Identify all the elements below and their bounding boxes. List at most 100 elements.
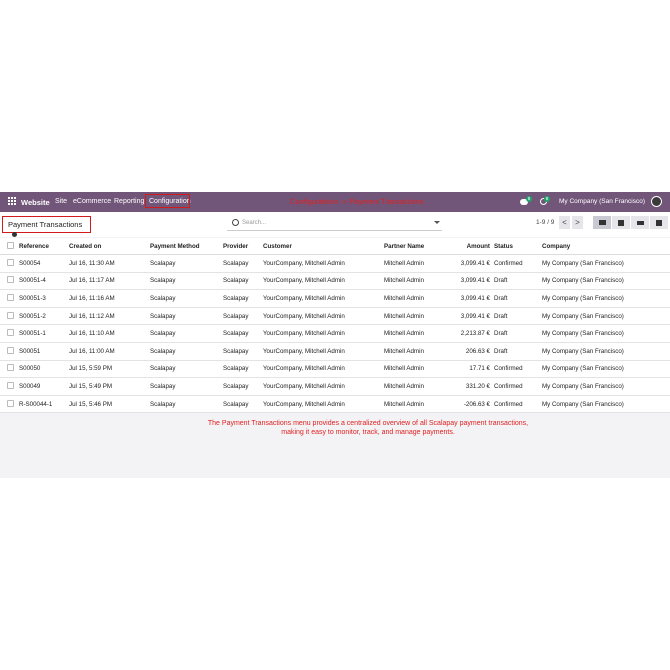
cell-status: Confirmed <box>494 395 542 414</box>
cell-reference: S00051-4 <box>19 272 69 291</box>
chat-icon[interactable]: 8 <box>520 195 533 205</box>
configuration-highlight-box <box>145 194 190 208</box>
column-amount[interactable]: Amount <box>446 238 494 255</box>
graph-view-button[interactable] <box>631 216 649 229</box>
table-row[interactable]: S00054 Jul 16, 11:30 AM Scalapay Scalapay Yo… <box>0 254 670 273</box>
table-row[interactable]: S00051-4 Jul 16, 11:17 AM Scalapay Scalapay… <box>0 272 670 291</box>
table-header-row: Reference Created on Payment Method Prov… <box>0 238 670 255</box>
apps-grid-icon[interactable] <box>8 197 17 206</box>
column-company[interactable]: Company <box>542 238 670 255</box>
row-checkbox[interactable] <box>7 399 14 407</box>
cell-status: Draft <box>494 272 542 291</box>
list-view-button[interactable] <box>593 216 611 229</box>
row-checkbox[interactable] <box>7 258 14 266</box>
table-row[interactable]: S00051-1 Jul 16, 11:10 AM Scalapay Scalapay… <box>0 324 670 343</box>
company-switcher[interactable]: My Company (San Francisco) <box>559 198 645 205</box>
gear-icon[interactable] <box>12 231 17 237</box>
column-created-on[interactable]: Created on <box>69 238 150 255</box>
column-customer[interactable]: Customer <box>263 238 384 255</box>
menu-reporting[interactable]: Reporting <box>114 198 144 205</box>
column-payment-method[interactable]: Payment Method <box>150 238 223 255</box>
cell-company: My Company (San Francisco) <box>542 254 670 273</box>
row-select-cell <box>0 377 19 396</box>
row-select-cell <box>0 254 19 273</box>
pivot-view-button[interactable] <box>650 216 668 229</box>
cell-created-on: Jul 15, 5:49 PM <box>69 377 150 396</box>
chat-badge: 8 <box>526 195 533 202</box>
row-checkbox[interactable] <box>7 364 14 372</box>
cell-reference: S00051-1 <box>19 324 69 343</box>
kanban-view-icon <box>618 219 624 226</box>
cell-reference: S00054 <box>19 254 69 273</box>
cell-customer: YourCompany, Mitchell Admin <box>263 395 384 414</box>
cell-provider: Scalapay <box>223 289 263 308</box>
search-bar[interactable]: Search... <box>227 216 442 231</box>
cell-customer: YourCompany, Mitchell Admin <box>263 272 384 291</box>
column-status[interactable]: Status <box>494 238 542 255</box>
cell-payment-method: Scalapay <box>150 272 223 291</box>
search-placeholder: Search... <box>242 220 267 226</box>
cell-company: My Company (San Francisco) <box>542 377 670 396</box>
cell-customer: YourCompany, Mitchell Admin <box>263 360 384 379</box>
cell-reference: S00049 <box>19 377 69 396</box>
table-row[interactable]: S00050 Jul 15, 5:59 PM Scalapay Scalapay You… <box>0 360 670 379</box>
cell-payment-method: Scalapay <box>150 342 223 361</box>
row-checkbox[interactable] <box>7 311 14 319</box>
table-row[interactable]: S00051-2 Jul 16, 11:12 AM Scalapay Scalapay… <box>0 307 670 326</box>
column-partner-name[interactable]: Partner Name <box>384 238 446 255</box>
cell-created-on: Jul 16, 11:17 AM <box>69 272 150 291</box>
user-avatar[interactable] <box>651 196 662 207</box>
cell-partner-name: Mitchell Admin <box>384 307 446 326</box>
cell-payment-method: Scalapay <box>150 307 223 326</box>
cell-payment-method: Scalapay <box>150 377 223 396</box>
page-title: Payment Transactions <box>2 216 91 237</box>
pager-value[interactable]: 1-9 / 9 <box>536 219 554 226</box>
kanban-view-button[interactable] <box>612 216 630 229</box>
cell-reference: S00051 <box>19 342 69 361</box>
activity-badge: 8 <box>544 196 551 202</box>
search-dropdown-caret-icon[interactable] <box>434 221 440 224</box>
cell-company: My Company (San Francisco) <box>542 307 670 326</box>
cell-amount: 17.71 € <box>446 360 494 379</box>
row-checkbox[interactable] <box>7 293 14 301</box>
cell-payment-method: Scalapay <box>150 395 223 414</box>
select-all-checkbox[interactable] <box>7 241 14 249</box>
column-provider[interactable]: Provider <box>223 238 263 255</box>
cell-amount: 3,099.41 € <box>446 254 494 273</box>
cell-company: My Company (San Francisco) <box>542 289 670 308</box>
cell-customer: YourCompany, Mitchell Admin <box>263 377 384 396</box>
menu-site[interactable]: Site <box>55 198 67 205</box>
cell-customer: YourCompany, Mitchell Admin <box>263 289 384 308</box>
cell-partner-name: Mitchell Admin <box>384 272 446 291</box>
row-select-cell <box>0 289 19 308</box>
cell-company: My Company (San Francisco) <box>542 324 670 343</box>
cell-partner-name: Mitchell Admin <box>384 289 446 308</box>
cell-reference: R-S00044-1 <box>19 395 69 414</box>
row-checkbox[interactable] <box>7 381 14 389</box>
cell-reference: S00050 <box>19 360 69 379</box>
pager-next-button[interactable]: > <box>572 216 583 229</box>
column-reference[interactable]: Reference <box>19 238 69 255</box>
cell-customer: YourCompany, Mitchell Admin <box>263 254 384 273</box>
cell-amount: 331.20 € <box>446 377 494 396</box>
cell-company: My Company (San Francisco) <box>542 360 670 379</box>
row-checkbox[interactable] <box>7 329 14 337</box>
cell-status: Draft <box>494 324 542 343</box>
activity-clock-icon[interactable]: 8 <box>540 196 551 205</box>
table-row[interactable]: S00049 Jul 15, 5:49 PM Scalapay Scalapay You… <box>0 377 670 396</box>
cell-partner-name: Mitchell Admin <box>384 377 446 396</box>
cell-payment-method: Scalapay <box>150 360 223 379</box>
pager-prev-button[interactable]: < <box>559 216 570 229</box>
cell-provider: Scalapay <box>223 342 263 361</box>
app-brand[interactable]: Website <box>21 198 50 207</box>
row-checkbox[interactable] <box>7 276 14 284</box>
table-row[interactable]: S00051-3 Jul 16, 11:16 AM Scalapay Scalapay… <box>0 289 670 308</box>
cell-created-on: Jul 15, 5:59 PM <box>69 360 150 379</box>
cell-provider: Scalapay <box>223 395 263 414</box>
table-row[interactable]: S00051 Jul 16, 11:00 AM Scalapay Scalapay Yo… <box>0 342 670 361</box>
cell-status: Confirmed <box>494 360 542 379</box>
menu-ecommerce[interactable]: eCommerce <box>73 198 111 205</box>
list-view-icon <box>598 220 606 225</box>
row-checkbox[interactable] <box>7 346 14 354</box>
table-row[interactable]: R-S00044-1 Jul 15, 5:46 PM Scalapay Scalapa… <box>0 395 670 414</box>
